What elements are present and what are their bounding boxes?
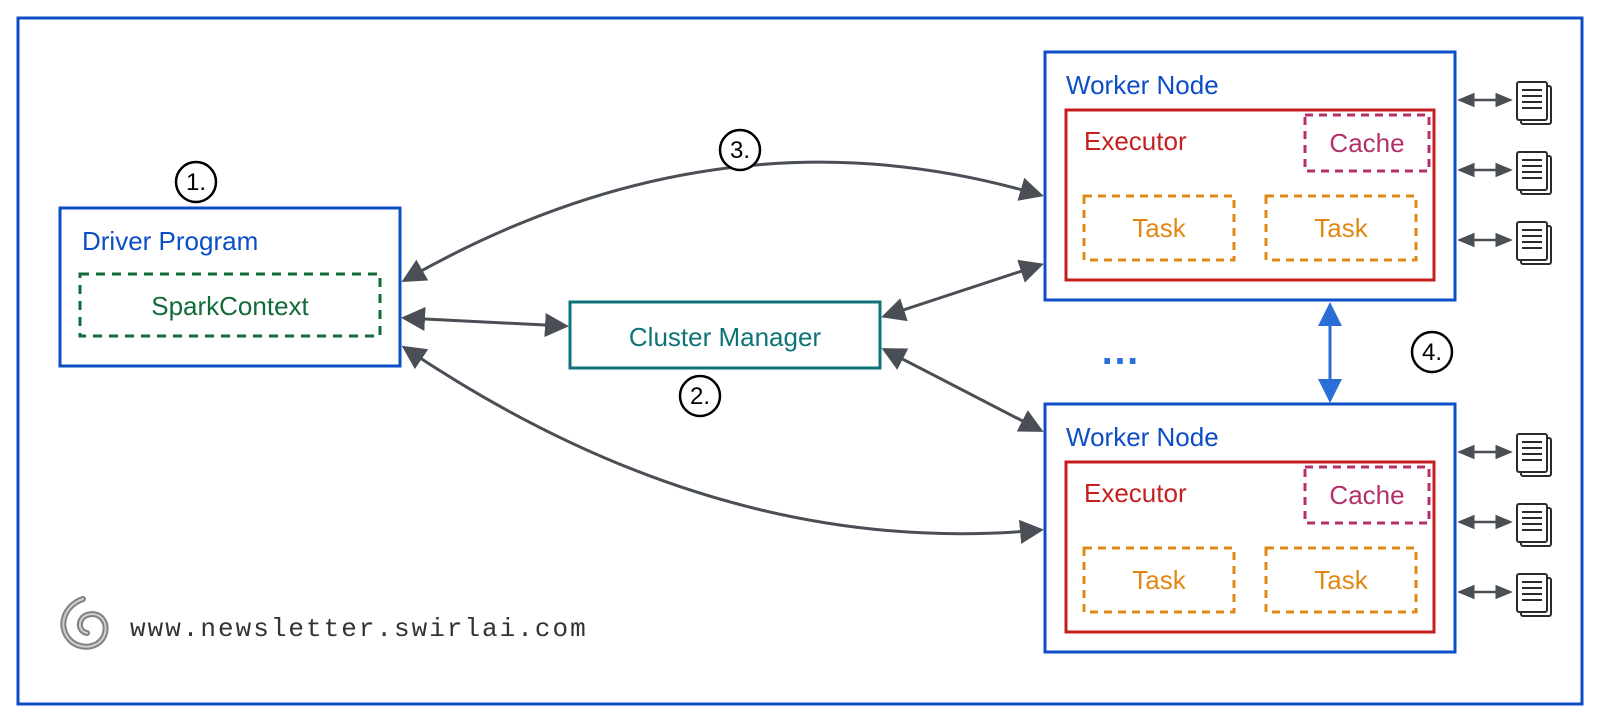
book-icon	[1517, 152, 1551, 194]
worker-2-executor-label: Executor	[1084, 478, 1187, 508]
worker-2-task-1-label: Task	[1132, 565, 1186, 595]
arrow-driver-cluster	[405, 318, 565, 326]
worker-node-1: Worker Node Executor Cache Task Task	[1045, 52, 1455, 300]
driver-program-box: Driver Program SparkContext	[60, 208, 400, 366]
arrow-driver-worker-2	[405, 348, 1040, 534]
book-icon	[1517, 434, 1551, 476]
worker-1-executor-label: Executor	[1084, 126, 1187, 156]
driver-program-title: Driver Program	[82, 226, 258, 256]
footer-url: www.newsletter.swirlai.com	[130, 614, 588, 644]
step-badge-3: 3.	[720, 130, 760, 170]
step-badge-1: 1.	[176, 162, 216, 202]
worker-node-2-title: Worker Node	[1066, 422, 1219, 452]
svg-text:2.: 2.	[690, 383, 710, 410]
arrow-cluster-worker-1	[885, 265, 1040, 316]
step-badge-2: 2.	[680, 376, 720, 416]
arrow-cluster-worker-2	[885, 350, 1040, 430]
svg-text:3.: 3.	[730, 137, 750, 164]
worker-2-cache-label: Cache	[1329, 480, 1404, 510]
worker-1-task-2-label: Task	[1314, 213, 1368, 243]
worker-1-cache-label: Cache	[1329, 128, 1404, 158]
book-icon	[1517, 574, 1551, 616]
worker-node-2: Worker Node Executor Cache Task Task	[1045, 404, 1455, 652]
worker-ellipsis: …	[1100, 329, 1144, 373]
step-badge-4: 4.	[1412, 332, 1452, 372]
book-icon	[1517, 504, 1551, 546]
svg-text:1.: 1.	[186, 169, 206, 196]
spark-context-label: SparkContext	[151, 291, 309, 321]
worker-1-task-1-label: Task	[1132, 213, 1186, 243]
book-icon	[1517, 222, 1551, 264]
swirl-logo-icon	[63, 599, 105, 647]
cluster-manager-label: Cluster Manager	[629, 322, 822, 352]
diagram-frame	[18, 18, 1582, 704]
worker-2-task-2-label: Task	[1314, 565, 1368, 595]
svg-text:4.: 4.	[1422, 339, 1442, 366]
cluster-manager-box: Cluster Manager	[570, 302, 880, 368]
worker-node-1-title: Worker Node	[1066, 70, 1219, 100]
arrow-driver-worker-1	[405, 162, 1040, 280]
book-icon	[1517, 82, 1551, 124]
